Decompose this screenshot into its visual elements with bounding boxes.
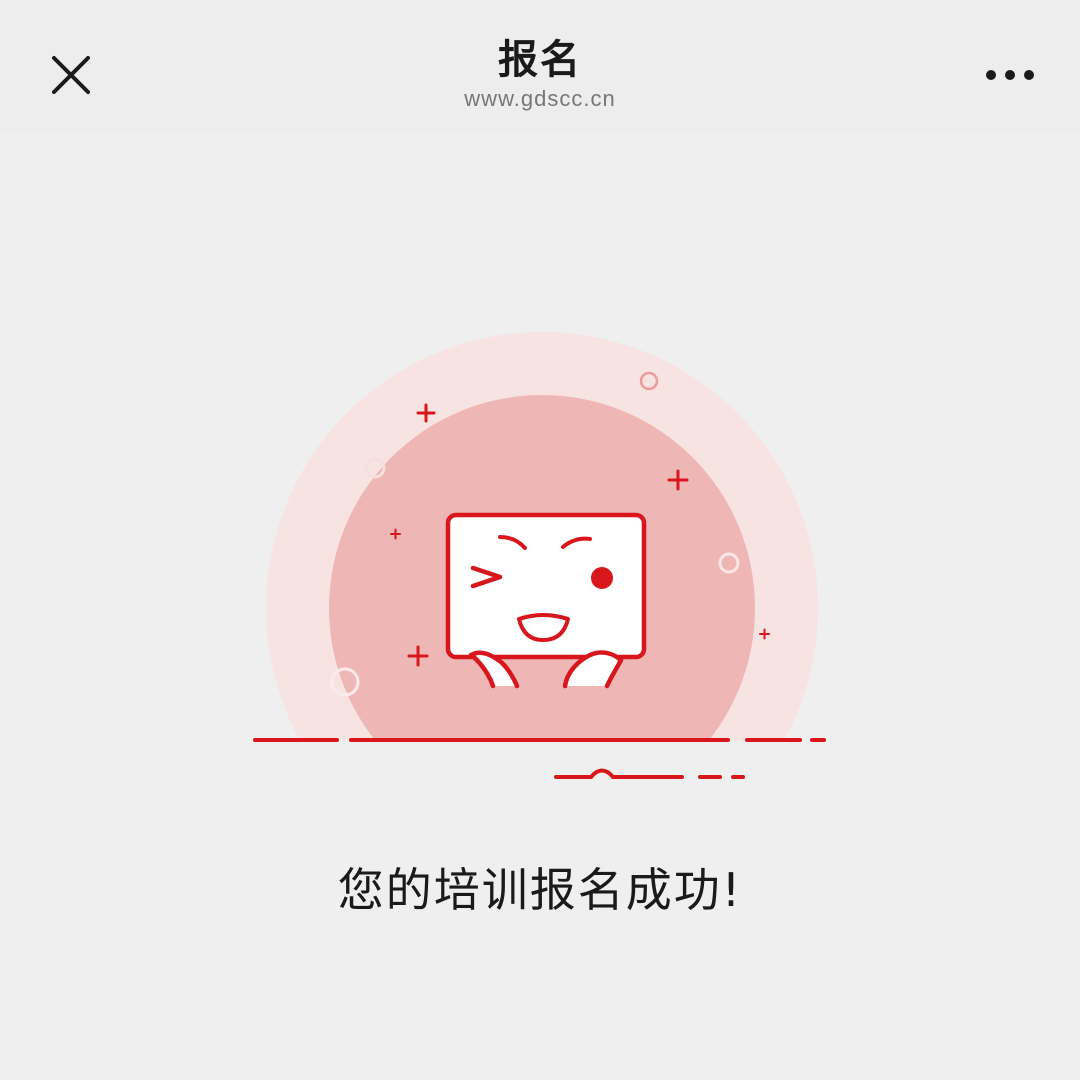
page-url: www.gdscc.cn (464, 86, 616, 111)
more-icon (986, 70, 1034, 80)
winking-mascot-icon (253, 332, 826, 779)
more-button[interactable] (970, 42, 1050, 108)
main-content: 您的培训报名成功! (0, 132, 1080, 1080)
page-title: 报名 (498, 37, 582, 83)
ground-lines (253, 738, 826, 779)
success-message: 您的培训报名成功! (337, 863, 743, 917)
nav-bar: 报名 www.gdscc.cn (0, 0, 1080, 132)
